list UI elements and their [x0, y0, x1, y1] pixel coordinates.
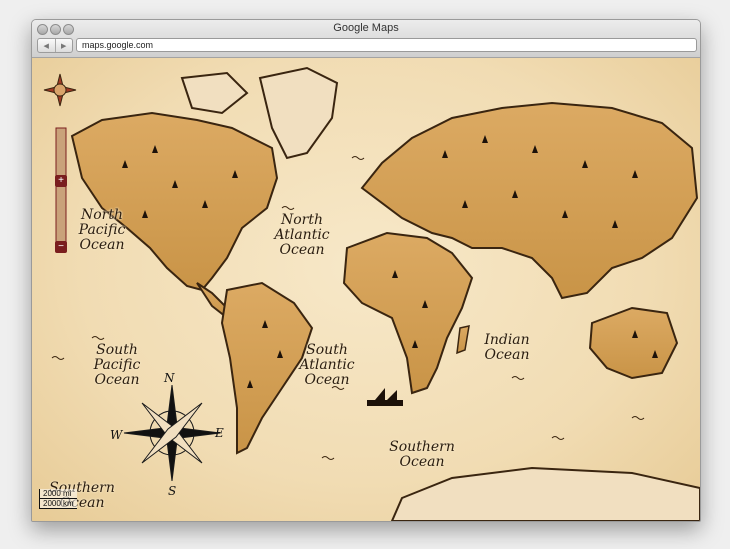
- scale-km: 2000 km: [39, 499, 77, 509]
- title-bar: Google Maps ◀ ▶ maps.google.com: [32, 20, 700, 58]
- label-north-atlantic: North Atlantic Ocean: [274, 212, 330, 258]
- ship-illustration: [367, 388, 403, 406]
- land-greenland: [258, 66, 339, 160]
- scale-bar: 2000 mi 2000 km: [39, 489, 77, 509]
- address-bar[interactable]: maps.google.com: [76, 38, 697, 52]
- scale-miles: 2000 mi: [39, 489, 77, 499]
- land-arctic-islands: [180, 71, 249, 115]
- window-title: Google Maps: [333, 22, 399, 34]
- forward-button[interactable]: ▶: [54, 39, 73, 52]
- map-svg: [43, 66, 700, 521]
- nav-buttons: ◀ ▶: [37, 38, 73, 53]
- label-south-atlantic: South Atlantic Ocean: [299, 342, 355, 388]
- compass-rose-icon: [123, 384, 221, 482]
- compass-s: S: [168, 484, 177, 498]
- label-north-pacific: North Pacific Ocean: [78, 207, 126, 253]
- mini-compass-icon: [43, 73, 77, 107]
- compass-n: N: [164, 371, 175, 385]
- browser-window: Google Maps ◀ ▶ maps.google.com + − Nort…: [31, 19, 701, 522]
- land-australia: [588, 306, 679, 380]
- zoom-in-button[interactable]: +: [55, 175, 67, 187]
- compass-w: W: [110, 428, 123, 442]
- label-indian: Indian Ocean: [484, 332, 530, 363]
- land-antarctica: [390, 466, 700, 521]
- label-southern: Southern Ocean: [389, 439, 455, 470]
- map-canvas[interactable]: + − North Pacific Ocean North Atlantic Ocean…: [32, 58, 700, 521]
- land-north-america: [70, 111, 279, 292]
- label-south-pacific: South Pacific Ocean: [93, 342, 141, 388]
- compass-e: E: [215, 426, 224, 440]
- back-button[interactable]: ◀: [38, 39, 55, 52]
